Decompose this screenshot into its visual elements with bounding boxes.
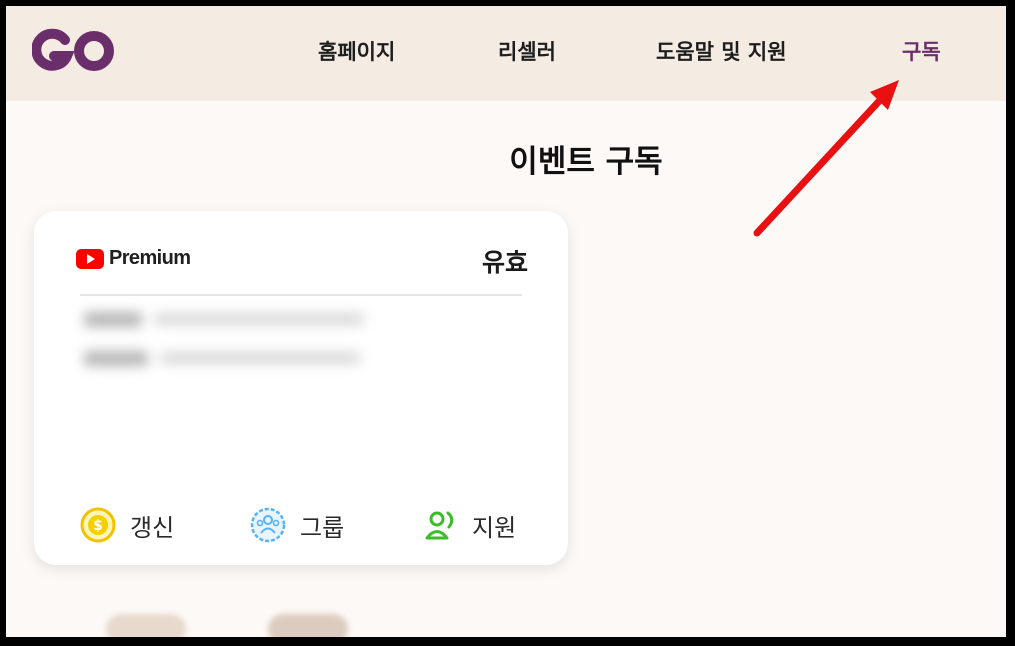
app-window: GO 홈페이지 리셀러 도움말 및 지원 구독 이벤트 구독 Premium 유… — [0, 0, 1015, 646]
annotation-arrow — [753, 80, 899, 237]
